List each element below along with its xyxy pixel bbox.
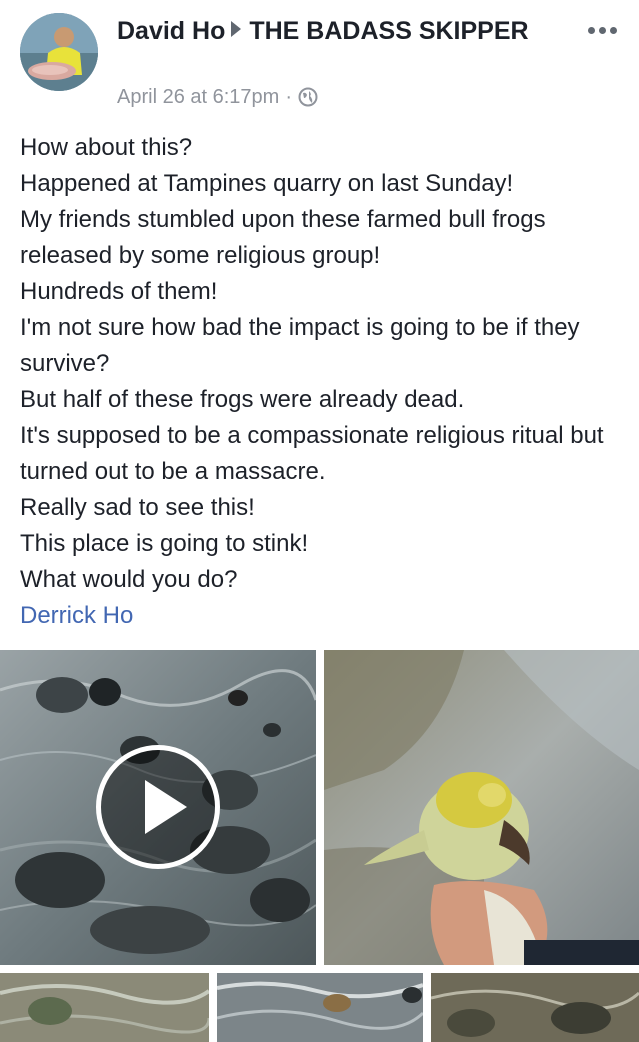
- author-avatar[interactable]: [20, 13, 98, 91]
- post-meta: April 26 at 6:17pm ·: [117, 84, 318, 110]
- post-text-line: It's supposed to be a compassionate reli…: [20, 422, 604, 485]
- post-text-line: How about this?: [20, 134, 193, 161]
- photo-thumbnail[interactable]: [431, 973, 639, 1042]
- globe-icon: [298, 87, 318, 107]
- post-author-line: David Ho THE BADASS SKIPPER: [117, 14, 557, 48]
- post-text-line: Happened at Tampines quarry on last Sund…: [20, 170, 514, 197]
- group-name-link[interactable]: THE BADASS SKIPPER: [249, 17, 528, 45]
- post-header: David Ho THE BADASS SKIPPER April 26 at 6…: [0, 0, 639, 120]
- meta-separator: ·: [285, 86, 292, 108]
- author-name-link[interactable]: David Ho: [117, 17, 225, 45]
- post-text-line: My friends stumbled upon these farmed bu…: [20, 206, 546, 269]
- post-text-line: What would you do?: [20, 566, 238, 593]
- post-timestamp[interactable]: April 26 at 6:17pm: [117, 84, 279, 110]
- photo-thumbnail[interactable]: [217, 973, 423, 1042]
- play-icon[interactable]: [96, 745, 220, 869]
- post-text-line: Hundreds of them!: [20, 278, 218, 305]
- tagged-user-link[interactable]: Derrick Ho: [20, 598, 133, 634]
- post-text-line: But half of these frogs were already dea…: [20, 386, 465, 413]
- post-text: How about this? Happened at Tampines qua…: [20, 130, 625, 598]
- shared-to-arrow-icon: [231, 21, 242, 37]
- photo-thumbnail[interactable]: [324, 650, 639, 965]
- more-options-icon[interactable]: [582, 16, 622, 44]
- post-text-line: This place is going to stink!: [20, 530, 309, 557]
- post-text-line: Really sad to see this!: [20, 494, 255, 521]
- post-text-line: I'm not sure how bad the impact is going…: [20, 314, 580, 377]
- photo-thumbnail[interactable]: [0, 973, 209, 1042]
